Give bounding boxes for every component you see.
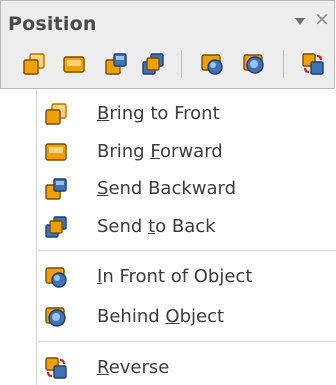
menu-item-label: Reverse	[97, 357, 170, 378]
bring-forward-icon	[63, 56, 85, 73]
behind-object-icon	[243, 54, 264, 74]
toolbar-separator	[181, 50, 182, 78]
behind-object-button[interactable]	[242, 52, 266, 76]
menu-item-label: Send to Back	[97, 216, 216, 237]
bring-to-front-button[interactable]	[22, 52, 46, 76]
reverse-button[interactable]	[301, 52, 325, 76]
toolbar-title: Position	[8, 13, 97, 35]
toolbar-menu-chevron-icon[interactable]	[295, 18, 305, 25]
in-front-of-object-icon	[44, 265, 68, 289]
reverse-icon	[302, 53, 324, 75]
send-backward-button[interactable]	[104, 52, 128, 76]
in-front-of-object-button[interactable]	[200, 52, 224, 76]
menu-item-label: Behind Object	[97, 306, 225, 327]
send-to-back-icon	[142, 53, 164, 75]
bring-to-front-icon	[23, 53, 45, 75]
behind-object-icon	[44, 305, 68, 329]
reverse-icon	[44, 356, 68, 380]
menu-item-label: Bring Forward	[97, 141, 223, 162]
toolbar-separator	[283, 50, 284, 78]
bring-forward-button[interactable]	[62, 52, 86, 76]
menu-separator	[38, 341, 336, 342]
position-toolbar: Position ×	[0, 0, 335, 89]
send-to-back-button[interactable]	[141, 52, 165, 76]
menu-item-label: In Front of Object	[97, 266, 253, 287]
menu-item-label: Send Backward	[97, 178, 237, 199]
bring-forward-icon	[44, 140, 68, 164]
close-icon[interactable]: ×	[314, 10, 330, 29]
menu-separator	[38, 250, 336, 251]
send-backward-icon	[105, 53, 127, 75]
menu-item-label: Bring to Front	[97, 103, 220, 124]
in-front-of-object-icon	[201, 54, 223, 75]
send-to-back-icon	[44, 215, 68, 239]
bring-to-front-icon	[44, 102, 68, 126]
send-backward-icon	[44, 177, 68, 201]
